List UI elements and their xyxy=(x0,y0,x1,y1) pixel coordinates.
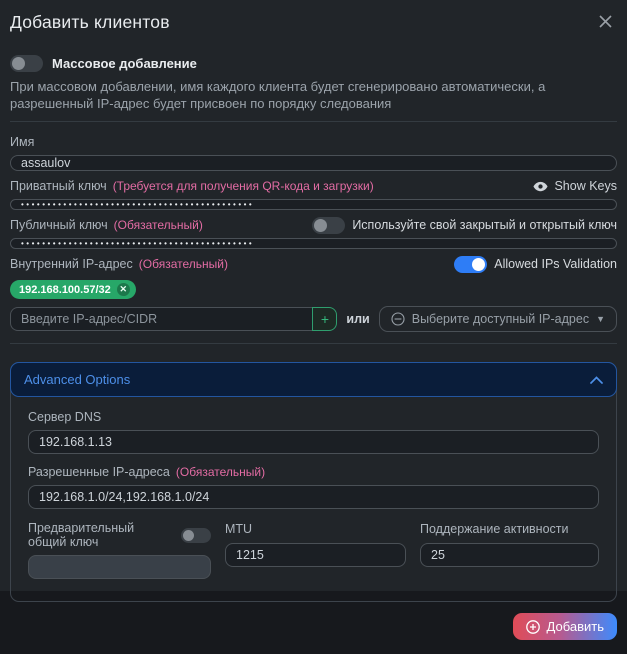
private-key-input[interactable] xyxy=(10,199,617,210)
add-ip-button[interactable]: + xyxy=(312,307,337,331)
available-ip-select-label: Выберите доступный IP-адрес xyxy=(412,312,589,326)
advanced-options-panel: Advanced Options Сервер DNS Разрешенные … xyxy=(10,362,617,602)
or-label: или xyxy=(346,312,369,326)
close-x-glyph xyxy=(598,14,613,29)
chevron-down-icon: ▼ xyxy=(596,314,605,324)
bulk-add-label: Массовое добавление xyxy=(52,56,197,71)
public-key-label: Публичный ключ xyxy=(10,218,108,232)
internal-ip-label: Внутренний IP-адрес xyxy=(10,257,133,271)
modal-header: Добавить клиентов xyxy=(10,12,617,33)
add-client-button[interactable]: Добавить xyxy=(513,613,617,640)
section-divider xyxy=(10,121,617,122)
allowed-ips-label: Разрешенные IP-адреса xyxy=(28,465,170,479)
keepalive-label: Поддержание активности xyxy=(420,522,569,536)
preshared-key-toggle[interactable] xyxy=(181,528,211,543)
chevron-up-icon xyxy=(590,376,603,384)
ip-address-tag: 192.168.100.57/32 ✕ xyxy=(10,280,136,299)
dns-input[interactable] xyxy=(28,430,599,454)
advanced-options-label: Advanced Options xyxy=(24,372,130,387)
stack-icon xyxy=(391,312,405,326)
advanced-options-body: Сервер DNS Разрешенные IP-адреса (Обязат… xyxy=(11,396,616,601)
eye-icon xyxy=(533,181,548,192)
show-keys-button[interactable]: Show Keys xyxy=(533,179,617,193)
modal-footer: Добавить xyxy=(10,602,617,654)
toggle-knob xyxy=(314,219,327,232)
internal-ip-hint: (Обязательный) xyxy=(139,257,228,271)
keepalive-input[interactable] xyxy=(420,543,599,567)
name-label: Имя xyxy=(10,135,34,149)
plus-icon: + xyxy=(321,312,329,326)
remove-ip-icon[interactable]: ✕ xyxy=(117,283,130,296)
public-key-input[interactable] xyxy=(10,238,617,249)
dns-label: Сервер DNS xyxy=(28,410,101,424)
allowed-ips-input[interactable] xyxy=(28,485,599,509)
mtu-label: MTU xyxy=(225,522,252,536)
bulk-add-row: Массовое добавление xyxy=(10,55,617,72)
add-client-button-label: Добавить xyxy=(547,619,604,634)
toggle-knob xyxy=(183,530,194,541)
allowed-ips-validation-label: Allowed IPs Validation xyxy=(494,257,617,271)
allowed-ips-validation-toggle[interactable] xyxy=(454,256,487,273)
ip-cidr-input[interactable] xyxy=(10,307,312,331)
page-title: Добавить клиентов xyxy=(10,12,170,33)
show-keys-label: Show Keys xyxy=(554,179,617,193)
close-icon[interactable] xyxy=(594,12,617,31)
public-key-hint: (Обязательный) xyxy=(114,218,203,232)
preshared-key-label: Предварительный общий ключ xyxy=(28,521,169,549)
add-clients-modal: Добавить клиентов Массовое добавление Пр… xyxy=(0,0,627,591)
available-ip-select[interactable]: Выберите доступный IP-адрес ▼ xyxy=(379,306,617,332)
bulk-add-toggle[interactable] xyxy=(10,55,43,72)
preshared-key-input[interactable] xyxy=(28,555,211,579)
use-own-keys-label: Используйте свой закрытый и открытый клю… xyxy=(352,218,617,232)
ip-tag-value: 192.168.100.57/32 xyxy=(19,284,111,296)
mtu-input[interactable] xyxy=(225,543,406,567)
advanced-bottom-row: Предварительный общий ключ MTU xyxy=(28,518,599,586)
section-divider xyxy=(10,343,617,344)
ip-input-row: + или Выберите доступный IP-адрес ▼ xyxy=(10,306,617,332)
private-key-hint: (Требуется для получения QR-кода и загру… xyxy=(113,179,374,193)
private-key-label: Приватный ключ xyxy=(10,179,107,193)
advanced-options-header[interactable]: Advanced Options xyxy=(10,362,617,397)
toggle-knob xyxy=(472,258,485,271)
toggle-knob xyxy=(12,57,25,70)
allowed-ips-hint: (Обязательный) xyxy=(176,465,265,479)
bulk-add-description: При массовом добавлении, имя каждого кли… xyxy=(10,79,610,112)
use-own-keys-toggle[interactable] xyxy=(312,217,345,234)
name-input[interactable] xyxy=(10,155,617,171)
plus-circle-icon xyxy=(526,620,540,634)
